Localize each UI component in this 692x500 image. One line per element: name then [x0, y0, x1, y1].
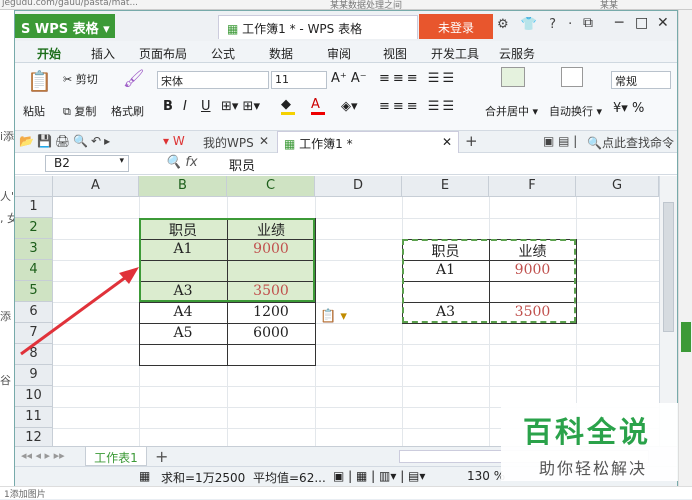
- tab-data[interactable]: 数据: [269, 45, 293, 62]
- tab-cloud[interactable]: 云服务: [499, 45, 535, 62]
- cell-ref: B2: [54, 156, 70, 170]
- name-box[interactable]: B2 ▾: [45, 155, 129, 172]
- watermark-title: 百科全说: [523, 415, 652, 449]
- wps-logo-icon: S: [21, 22, 35, 37]
- restore-icon[interactable]: ⧉: [583, 15, 593, 31]
- background-bottom-strip: 1添加图片: [0, 486, 692, 500]
- side-panel-toggle[interactable]: [681, 322, 691, 352]
- border-icon[interactable]: ⊞▾ ⊞▾: [221, 99, 260, 114]
- fill-color-icon[interactable]: ◆: [281, 97, 295, 115]
- bg-text: i添: [0, 130, 15, 143]
- merge-icon[interactable]: [501, 67, 525, 87]
- number-format-select[interactable]: 常规: [611, 71, 671, 89]
- ribbon-icons[interactable]: ▣ ▤ |: [543, 134, 577, 148]
- font-size-select[interactable]: 11: [271, 71, 327, 89]
- zoom-level[interactable]: 130 %: [467, 469, 505, 483]
- doc-title: 工作簿1 * - WPS 表格: [242, 22, 363, 36]
- side-panel-strip: [678, 10, 692, 486]
- menu-bar: 开始 插入 页面布局 公式 数据 审阅 视图 开发工具 云服务: [15, 41, 677, 66]
- scroll-thumb[interactable]: [663, 202, 674, 332]
- search-label: 点此查找命令: [601, 136, 674, 150]
- align-horizontal-icons[interactable]: ≡≡≡ ☰☰: [379, 99, 457, 114]
- font-color-icon[interactable]: A: [311, 97, 325, 115]
- tab-view[interactable]: 视图: [383, 45, 407, 62]
- formula-bar: B2 ▾ 🔍 fx 职员: [15, 153, 677, 175]
- close-tab-icon[interactable]: ✕: [442, 135, 452, 149]
- file-tab-workbook[interactable]: ▦ 工作簿1 * ✕: [277, 131, 459, 153]
- close-my-wps-icon[interactable]: ✕: [259, 134, 269, 148]
- add-sheet-button[interactable]: +: [155, 447, 168, 466]
- wps-home-icon: ▾ W: [163, 134, 185, 148]
- format-painter-button[interactable]: 格式刷: [111, 103, 144, 119]
- app-label: WPS 表格: [34, 22, 99, 37]
- grow-font-icon[interactable]: A⁺ A⁻: [331, 71, 367, 86]
- percent-label: %: [631, 101, 645, 116]
- sheet-doc-icon: ▦: [227, 22, 243, 36]
- browser-center-text: 某某数据处理之间: [330, 1, 403, 10]
- merge-center-button[interactable]: 合并居中 ▾: [485, 103, 538, 119]
- watermark-subtitle: 助你轻松解决: [539, 459, 648, 478]
- maximize-button[interactable]: □: [635, 15, 648, 31]
- paste-icon[interactable]: 📋: [27, 69, 52, 93]
- sheet-icon: ▦: [139, 469, 151, 483]
- sheet-tab-1[interactable]: 工作表1: [85, 447, 147, 466]
- fx-label: fx: [185, 155, 198, 170]
- format-painter-icon[interactable]: 🖌: [123, 69, 145, 89]
- minimize-button[interactable]: ─: [615, 15, 623, 31]
- italic-button[interactable]: I: [183, 99, 187, 114]
- bg-text: 谷: [0, 374, 11, 387]
- tab-formulas[interactable]: 公式: [211, 45, 235, 62]
- currency-icon[interactable]: ¥▾ %: [613, 101, 644, 116]
- watermark-logo: 百科全说 助你轻松解决: [501, 403, 679, 481]
- clear-format-icon[interactable]: ◈▾: [341, 99, 358, 114]
- paste-button[interactable]: 粘贴: [23, 103, 45, 119]
- copy-button[interactable]: ⧉ 复制: [63, 103, 96, 119]
- login-button[interactable]: 未登录: [419, 14, 493, 39]
- sheet-nav-icons[interactable]: ◂◂ ◂ ▸ ▸▸: [21, 449, 65, 462]
- search-icon: 🔍: [587, 136, 602, 150]
- cut-label: 剪切: [75, 73, 98, 86]
- underline-button[interactable]: U: [201, 99, 211, 114]
- tab-insert[interactable]: 插入: [91, 45, 115, 62]
- copy-label: 复制: [74, 105, 97, 118]
- align-top-icons[interactable]: ≡≡≡ ☰☰: [379, 71, 457, 86]
- merge-label: 合并居中: [485, 105, 529, 118]
- command-search[interactable]: 🔍点此查找命令: [587, 134, 674, 151]
- tab-review[interactable]: 审阅: [327, 45, 351, 62]
- my-wps-tab[interactable]: 我的WPS: [203, 134, 254, 151]
- bold-button[interactable]: B: [163, 99, 173, 114]
- browser-tab-strip: jegudu.com/gauu/pasta/mat... 某某数据处理之间 某某: [0, 0, 692, 10]
- fx-icon[interactable]: 🔍 fx: [165, 155, 198, 170]
- browser-right-text: 某某: [600, 1, 619, 10]
- ribbon: 📋 粘贴 ✂ 剪切 ⧉ 复制 🖌 格式刷 宋体 11 A⁺ A⁻ B I U ⊞…: [15, 63, 677, 131]
- bg-text: 添: [0, 310, 11, 323]
- title-tool-icons[interactable]: ⚙ 👕 ? ·: [497, 17, 576, 32]
- zoom-icon: 🔍: [165, 155, 182, 170]
- document-title-tab[interactable]: ▦ 工作簿1 * - WPS 表格: [218, 15, 418, 39]
- status-sum: 求和=1万2500: [161, 471, 246, 485]
- view-mode-icons[interactable]: ▣ | ▦ | ▥▾ | ▤▾: [333, 469, 425, 483]
- wrap-text-button[interactable]: 自动换行 ▾: [549, 103, 602, 119]
- cut-button[interactable]: ✂ 剪切: [63, 71, 98, 87]
- quick-access-icons[interactable]: 📂💾🖨🔍↶▸: [19, 134, 113, 148]
- browser-url-fragment: jegudu.com/gauu/pasta/mat...: [2, 0, 139, 8]
- tab-developer[interactable]: 开发工具: [431, 45, 479, 62]
- formula-input[interactable]: 职员: [229, 155, 255, 174]
- doc-icon: ▦: [284, 137, 300, 151]
- new-tab-icon[interactable]: +: [465, 132, 478, 150]
- close-button[interactable]: ✕: [657, 15, 669, 31]
- file-tab-label: 工作簿1 *: [299, 137, 353, 151]
- wrap-label: 自动换行: [549, 105, 593, 118]
- quick-access-bar: 📂💾🖨🔍↶▸ ▾ W 我的WPS ✕ ▦ 工作簿1 * ✕ + ▣ ▤ | 🔍点此…: [15, 131, 677, 153]
- wrap-text-icon[interactable]: [561, 67, 583, 87]
- font-name-select[interactable]: 宋体: [157, 71, 269, 89]
- tab-page-layout[interactable]: 页面布局: [139, 45, 187, 62]
- wps-app-menu-button[interactable]: S WPS 表格 ▾: [15, 14, 115, 38]
- status-average: 平均值=62...: [253, 471, 326, 485]
- scissors-icon: ✂: [63, 73, 73, 86]
- title-bar: S WPS 表格 ▾ ▦ 工作簿1 * - WPS 表格 未登录 ⚙ 👕 ? ·…: [15, 11, 677, 41]
- copy-icon: ⧉: [63, 105, 71, 118]
- wps-window: S WPS 表格 ▾ ▦ 工作簿1 * - WPS 表格 未登录 ⚙ 👕 ? ·…: [14, 10, 679, 486]
